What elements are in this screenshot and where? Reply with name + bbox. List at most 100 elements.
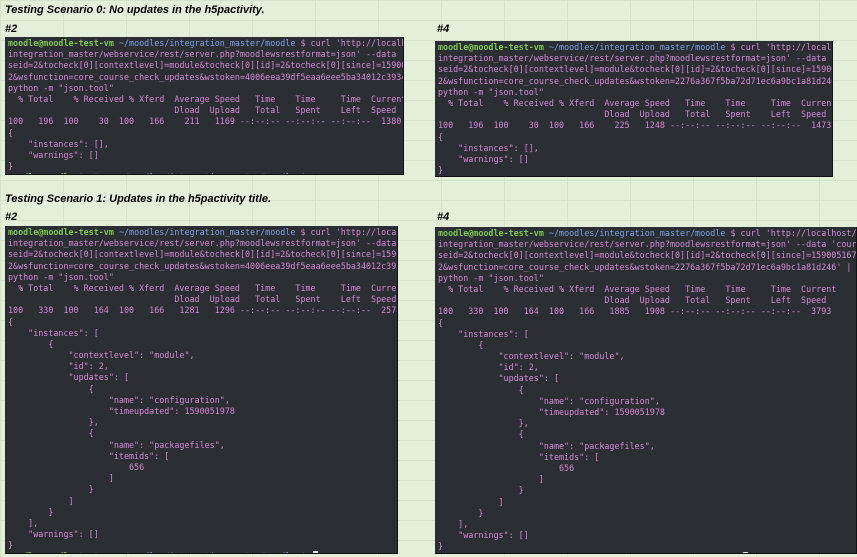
output-line: 100 196 100 30 100 166 211 1169 --:--:--… — [8, 116, 402, 127]
output-line: 2&wsfunction=core_course_check_updates&w… — [438, 75, 833, 86]
prompt-path: ~/moodles/integration_master/moodle — [119, 172, 295, 174]
prompt-line: moodle@moodle-test-vm ~/moodles/integrat… — [8, 551, 397, 553]
output-line: "warnings": [] — [8, 149, 99, 160]
output-line: Dload Upload Total Spent Left Speed — [8, 105, 397, 116]
scenario-1-left-label: #2 — [5, 211, 18, 223]
output-line: "warnings": [] — [8, 529, 99, 540]
output-line: 656 — [438, 462, 575, 473]
output-line: seid=2&tocheck[0][contextlevel]=module&t… — [438, 64, 833, 75]
output-line: }, — [438, 418, 529, 429]
output-line: integration_master/webservice/rest/serve… — [8, 238, 398, 249]
prompt-line: moodle@moodle-test-vm ~/moodles/integrat… — [8, 38, 403, 49]
prompt-line: moodle@moodle-test-vm ~/moodles/integrat… — [438, 552, 856, 553]
output-line: { — [438, 339, 484, 350]
prompt-symbol: $ — [295, 551, 310, 553]
scenario-1-title: Testing Scenario 1: Updates in the h5pac… — [5, 193, 272, 205]
output-line: "instances": [ — [8, 327, 99, 338]
output-line: "updates": [ — [8, 372, 130, 383]
prompt-path: ~/moodles/integration_master/moodle — [118, 38, 296, 48]
output-line: ] — [8, 495, 74, 506]
output-line: "warnings": [] — [438, 530, 529, 541]
output-line: 2&wsfunction=core_course_check_updates&w… — [8, 260, 398, 271]
prompt-path: ~/moodles/integration_master/moodle — [549, 176, 725, 177]
output-line: "instances": [ — [438, 328, 529, 339]
output-line: python -m "json.tool" — [8, 271, 114, 282]
output-line: { — [8, 316, 14, 327]
output-line: % Total % Received % Xferd Average Speed… — [438, 97, 833, 108]
output-line: "instances": [], — [438, 142, 539, 153]
output-line: "name": "configuration", — [8, 394, 230, 405]
output-line: Dload Upload Total Spent Left Speed — [438, 109, 827, 120]
output-line: seid=2&tocheck[0][contextlevel]=module&t… — [8, 60, 404, 71]
output-line: 100 330 100 164 100 166 1281 1296 --:--:… — [8, 305, 398, 316]
output-line: ] — [438, 474, 544, 485]
output-line: { — [438, 131, 444, 142]
prompt-path: ~/moodles/integration_master/moodle — [118, 227, 296, 237]
output-line: 2&wsfunction=core_course_check_updates&w… — [8, 71, 404, 82]
terminal-scenario-1-site-2[interactable]: moodle@moodle-test-vm ~/moodles/integrat… — [5, 226, 398, 554]
cursor-block — [742, 552, 748, 553]
prompt-symbol: $ — [725, 552, 740, 553]
output-line: { — [8, 383, 94, 394]
output-line: "itemids": [ — [8, 450, 170, 461]
output-line: seid=2&tocheck[0][contextlevel]=module&t… — [8, 249, 398, 260]
cursor-block — [743, 176, 748, 177]
prompt-user: moodle@moodle-test-vm — [8, 551, 114, 553]
prompt-line: moodle@moodle-test-vm ~/moodles/integrat… — [8, 227, 397, 238]
output-line: 100 196 100 30 100 166 225 1248 --:--:--… — [438, 120, 832, 131]
output-line: integration_master/webservice/rest/serve… — [8, 49, 404, 60]
terminal-scenario-1-site-4[interactable]: moodle@moodle-test-vm ~/moodles/integrat… — [435, 227, 857, 554]
output-line: seid=2&tocheck[0][contextlevel]=module&t… — [438, 250, 857, 261]
prompt-user: moodle@moodle-test-vm — [8, 38, 114, 48]
output-line: "timeupdated": 1590051978 — [438, 407, 665, 417]
output-line: } — [8, 161, 14, 172]
terminal-output: moodle@moodle-test-vm ~/moodles/integrat… — [5, 37, 404, 174]
scenario-0-left-label: #2 — [5, 23, 18, 35]
output-line: } — [438, 541, 444, 552]
output-line: integration_master/webservice/rest/serve… — [438, 53, 833, 64]
output-line: } — [8, 484, 94, 495]
output-line: "name": "packagefiles", — [8, 439, 225, 450]
output-line: "itemids": [ — [438, 451, 600, 462]
output-line: "warnings": [] — [438, 153, 529, 164]
output-line: python -m "json.tool" — [438, 272, 544, 283]
command-text: $ curl 'http://localhost/ — [725, 228, 857, 238]
scenario-0-title: Testing Scenario 0: No updates in the h5… — [5, 4, 265, 16]
output-line: 2&wsfunction=core_course_check_updates&w… — [438, 261, 852, 272]
prompt-user: moodle@moodle-test-vm — [438, 42, 544, 52]
output-line: 656 — [8, 461, 145, 472]
output-line: }, — [8, 417, 99, 428]
command-text: $ curl 'http://localhost/ — [300, 38, 403, 48]
output-line: "name": "configuration", — [438, 395, 660, 406]
prompt-path: ~/moodles/integration_master/moodle — [119, 551, 295, 553]
output-line: } — [438, 165, 444, 176]
prompt-user: moodle@moodle-test-vm — [8, 172, 114, 174]
output-line: % Total % Received % Xferd Average Speed… — [8, 93, 404, 104]
terminal-scenario-0-site-2[interactable]: moodle@moodle-test-vm ~/moodles/integrat… — [5, 37, 404, 175]
output-line: integration_master/webservice/rest/serve… — [438, 239, 857, 250]
output-line: { — [438, 429, 524, 440]
output-line: "updates": [ — [438, 373, 560, 384]
output-line: { — [438, 317, 444, 328]
output-line: "id": 2, — [8, 361, 109, 372]
output-line: { — [438, 384, 524, 395]
prompt-line: moodle@moodle-test-vm ~/moodles/integrat… — [8, 172, 403, 174]
output-line: ], — [438, 518, 469, 529]
output-line: "name": "packagefiles", — [438, 440, 655, 451]
prompt-line: moodle@moodle-test-vm ~/moodles/integrat… — [438, 42, 832, 53]
prompt-path: ~/moodles/integration_master/moodle — [548, 228, 726, 238]
output-line: "instances": [], — [8, 138, 109, 149]
output-line: ] — [438, 496, 504, 507]
prompt-symbol: $ — [295, 172, 310, 174]
output-line: "timeupdated": 1590051978 — [8, 406, 235, 416]
prompt-path: ~/moodles/integration_master/moodle — [548, 42, 726, 52]
output-line: Dload Upload Total Spent Left Speed — [438, 295, 827, 306]
output-line: "id": 2, — [438, 362, 539, 373]
output-line: % Total % Received % Xferd Average Speed… — [438, 283, 837, 294]
output-line: } — [438, 485, 524, 496]
terminal-output: moodle@moodle-test-vm ~/moodles/integrat… — [435, 227, 857, 553]
terminal-scenario-0-site-4[interactable]: moodle@moodle-test-vm ~/moodles/integrat… — [435, 41, 833, 177]
output-line: Dload Upload Total Spent Left Speed — [8, 294, 397, 305]
scenario-0-right-label: #4 — [437, 23, 450, 35]
prompt-user: moodle@moodle-test-vm — [438, 176, 544, 177]
